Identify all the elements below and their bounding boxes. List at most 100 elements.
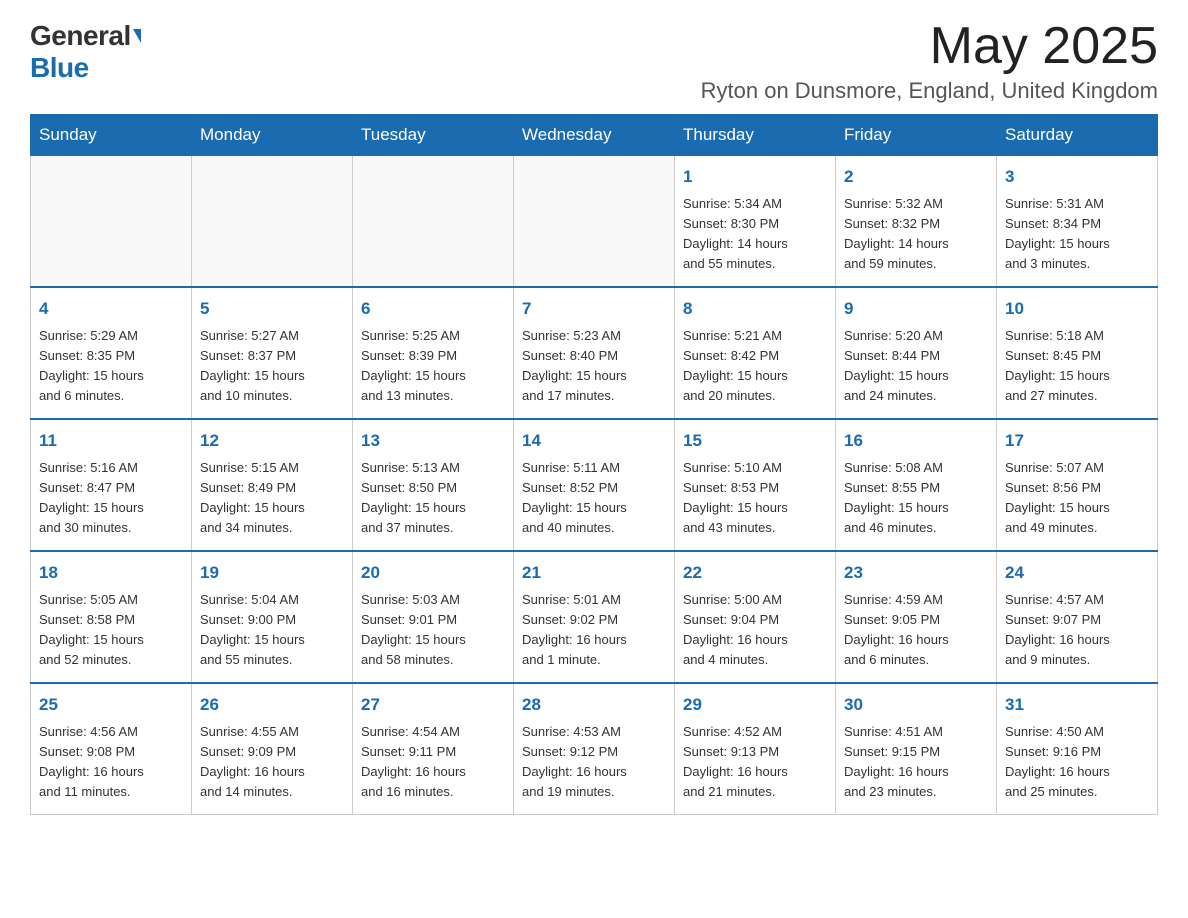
- calendar-cell: 23 Sunrise: 4:59 AM Sunset: 9:05 PM Dayli…: [836, 551, 997, 683]
- day-info: Sunrise: 5:31 AM Sunset: 8:34 PM Dayligh…: [1005, 194, 1149, 275]
- day-info: Sunrise: 5:13 AM Sunset: 8:50 PM Dayligh…: [361, 458, 505, 539]
- day-number: 9: [844, 296, 988, 322]
- day-info: Sunrise: 4:55 AM Sunset: 9:09 PM Dayligh…: [200, 722, 344, 803]
- calendar-week-row: 11Sunrise: 5:16 AM Sunset: 8:47 PM Dayli…: [31, 419, 1158, 551]
- calendar-cell: 16 Sunrise: 5:08 AM Sunset: 8:55 PM Dayli…: [836, 419, 997, 551]
- calendar-cell: 19 Sunrise: 5:04 AM Sunset: 9:00 PM Dayli…: [192, 551, 353, 683]
- calendar-header-saturday: Saturday: [997, 115, 1158, 156]
- day-number: 8: [683, 296, 827, 322]
- day-info: Sunrise: 5:20 AM Sunset: 8:44 PM Dayligh…: [844, 326, 988, 407]
- location-text: Ryton on Dunsmore, England, United Kingd…: [701, 78, 1158, 104]
- calendar-cell: 7 Sunrise: 5:23 AM Sunset: 8:40 PM Daylig…: [514, 287, 675, 419]
- calendar-header-monday: Monday: [192, 115, 353, 156]
- title-section: May 2025 Ryton on Dunsmore, England, Uni…: [701, 20, 1158, 104]
- calendar-header-tuesday: Tuesday: [353, 115, 514, 156]
- calendar-cell: [353, 156, 514, 288]
- logo-triangle-icon: [133, 29, 141, 43]
- day-number: 20: [361, 560, 505, 586]
- day-info: Sunrise: 5:21 AM Sunset: 8:42 PM Dayligh…: [683, 326, 827, 407]
- day-info: Sunrise: 5:05 AM Sunset: 8:58 PM Dayligh…: [39, 590, 183, 671]
- day-info: Sunrise: 5:01 AM Sunset: 9:02 PM Dayligh…: [522, 590, 666, 671]
- day-info: Sunrise: 5:23 AM Sunset: 8:40 PM Dayligh…: [522, 326, 666, 407]
- day-number: 2: [844, 164, 988, 190]
- day-info: Sunrise: 5:29 AM Sunset: 8:35 PM Dayligh…: [39, 326, 183, 407]
- day-number: 31: [1005, 692, 1149, 718]
- day-number: 19: [200, 560, 344, 586]
- day-info: Sunrise: 5:27 AM Sunset: 8:37 PM Dayligh…: [200, 326, 344, 407]
- day-number: 21: [522, 560, 666, 586]
- calendar-cell: 13 Sunrise: 5:13 AM Sunset: 8:50 PM Dayli…: [353, 419, 514, 551]
- calendar-cell: 31 Sunrise: 4:50 AM Sunset: 9:16 PM Dayli…: [997, 683, 1158, 815]
- day-info: Sunrise: 5:10 AM Sunset: 8:53 PM Dayligh…: [683, 458, 827, 539]
- day-info: Sunrise: 5:25 AM Sunset: 8:39 PM Dayligh…: [361, 326, 505, 407]
- day-number: 11: [39, 428, 183, 454]
- calendar-header-thursday: Thursday: [675, 115, 836, 156]
- calendar-cell: 3Sunrise: 5:31 AM Sunset: 8:34 PM Daylig…: [997, 156, 1158, 288]
- day-number: 12: [200, 428, 344, 454]
- day-number: 24: [1005, 560, 1149, 586]
- day-info: Sunrise: 4:50 AM Sunset: 9:16 PM Dayligh…: [1005, 722, 1149, 803]
- calendar-cell: 29 Sunrise: 4:52 AM Sunset: 9:13 PM Dayli…: [675, 683, 836, 815]
- calendar-header-row: SundayMondayTuesdayWednesdayThursdayFrid…: [31, 115, 1158, 156]
- page-header: General Blue May 2025 Ryton on Dunsmore,…: [30, 20, 1158, 104]
- calendar-header-sunday: Sunday: [31, 115, 192, 156]
- day-number: 23: [844, 560, 988, 586]
- calendar-cell: 5Sunrise: 5:27 AM Sunset: 8:37 PM Daylig…: [192, 287, 353, 419]
- day-number: 29: [683, 692, 827, 718]
- day-number: 27: [361, 692, 505, 718]
- calendar-table: SundayMondayTuesdayWednesdayThursdayFrid…: [30, 114, 1158, 815]
- calendar-cell: 24 Sunrise: 4:57 AM Sunset: 9:07 PM Dayli…: [997, 551, 1158, 683]
- calendar-week-row: 4Sunrise: 5:29 AM Sunset: 8:35 PM Daylig…: [31, 287, 1158, 419]
- day-info: Sunrise: 4:59 AM Sunset: 9:05 PM Dayligh…: [844, 590, 988, 671]
- day-info: Sunrise: 5:34 AM Sunset: 8:30 PM Dayligh…: [683, 194, 827, 275]
- day-number: 6: [361, 296, 505, 322]
- day-number: 28: [522, 692, 666, 718]
- calendar-cell: [514, 156, 675, 288]
- calendar-cell: 11Sunrise: 5:16 AM Sunset: 8:47 PM Dayli…: [31, 419, 192, 551]
- calendar-header-friday: Friday: [836, 115, 997, 156]
- day-info: Sunrise: 5:32 AM Sunset: 8:32 PM Dayligh…: [844, 194, 988, 275]
- calendar-cell: 14 Sunrise: 5:11 AM Sunset: 8:52 PM Dayli…: [514, 419, 675, 551]
- calendar-cell: 21 Sunrise: 5:01 AM Sunset: 9:02 PM Dayli…: [514, 551, 675, 683]
- day-number: 30: [844, 692, 988, 718]
- day-number: 14: [522, 428, 666, 454]
- day-info: Sunrise: 5:04 AM Sunset: 9:00 PM Dayligh…: [200, 590, 344, 671]
- day-info: Sunrise: 4:57 AM Sunset: 9:07 PM Dayligh…: [1005, 590, 1149, 671]
- calendar-cell: 2 Sunrise: 5:32 AM Sunset: 8:32 PM Daylig…: [836, 156, 997, 288]
- logo: General Blue: [30, 20, 141, 84]
- day-number: 10: [1005, 296, 1149, 322]
- day-info: Sunrise: 5:00 AM Sunset: 9:04 PM Dayligh…: [683, 590, 827, 671]
- day-number: 22: [683, 560, 827, 586]
- logo-general-text: General: [30, 20, 131, 52]
- calendar-week-row: 1 Sunrise: 5:34 AM Sunset: 8:30 PM Daylig…: [31, 156, 1158, 288]
- day-number: 13: [361, 428, 505, 454]
- calendar-cell: 18 Sunrise: 5:05 AM Sunset: 8:58 PM Dayli…: [31, 551, 192, 683]
- day-info: Sunrise: 5:11 AM Sunset: 8:52 PM Dayligh…: [522, 458, 666, 539]
- day-info: Sunrise: 5:15 AM Sunset: 8:49 PM Dayligh…: [200, 458, 344, 539]
- calendar-week-row: 18 Sunrise: 5:05 AM Sunset: 8:58 PM Dayli…: [31, 551, 1158, 683]
- calendar-cell: 1 Sunrise: 5:34 AM Sunset: 8:30 PM Daylig…: [675, 156, 836, 288]
- day-number: 26: [200, 692, 344, 718]
- day-number: 18: [39, 560, 183, 586]
- day-info: Sunrise: 4:51 AM Sunset: 9:15 PM Dayligh…: [844, 722, 988, 803]
- calendar-cell: [192, 156, 353, 288]
- calendar-cell: 17Sunrise: 5:07 AM Sunset: 8:56 PM Dayli…: [997, 419, 1158, 551]
- calendar-cell: 9 Sunrise: 5:20 AM Sunset: 8:44 PM Daylig…: [836, 287, 997, 419]
- calendar-cell: 26 Sunrise: 4:55 AM Sunset: 9:09 PM Dayli…: [192, 683, 353, 815]
- calendar-cell: 6 Sunrise: 5:25 AM Sunset: 8:39 PM Daylig…: [353, 287, 514, 419]
- calendar-cell: 27Sunrise: 4:54 AM Sunset: 9:11 PM Dayli…: [353, 683, 514, 815]
- day-number: 1: [683, 164, 827, 190]
- calendar-cell: 4Sunrise: 5:29 AM Sunset: 8:35 PM Daylig…: [31, 287, 192, 419]
- day-number: 16: [844, 428, 988, 454]
- calendar-cell: 30 Sunrise: 4:51 AM Sunset: 9:15 PM Dayli…: [836, 683, 997, 815]
- month-title: May 2025: [701, 20, 1158, 72]
- calendar-week-row: 25Sunrise: 4:56 AM Sunset: 9:08 PM Dayli…: [31, 683, 1158, 815]
- day-number: 7: [522, 296, 666, 322]
- calendar-cell: 20Sunrise: 5:03 AM Sunset: 9:01 PM Dayli…: [353, 551, 514, 683]
- calendar-cell: [31, 156, 192, 288]
- day-info: Sunrise: 4:56 AM Sunset: 9:08 PM Dayligh…: [39, 722, 183, 803]
- day-info: Sunrise: 4:53 AM Sunset: 9:12 PM Dayligh…: [522, 722, 666, 803]
- day-info: Sunrise: 5:08 AM Sunset: 8:55 PM Dayligh…: [844, 458, 988, 539]
- calendar-cell: 8 Sunrise: 5:21 AM Sunset: 8:42 PM Daylig…: [675, 287, 836, 419]
- day-info: Sunrise: 4:52 AM Sunset: 9:13 PM Dayligh…: [683, 722, 827, 803]
